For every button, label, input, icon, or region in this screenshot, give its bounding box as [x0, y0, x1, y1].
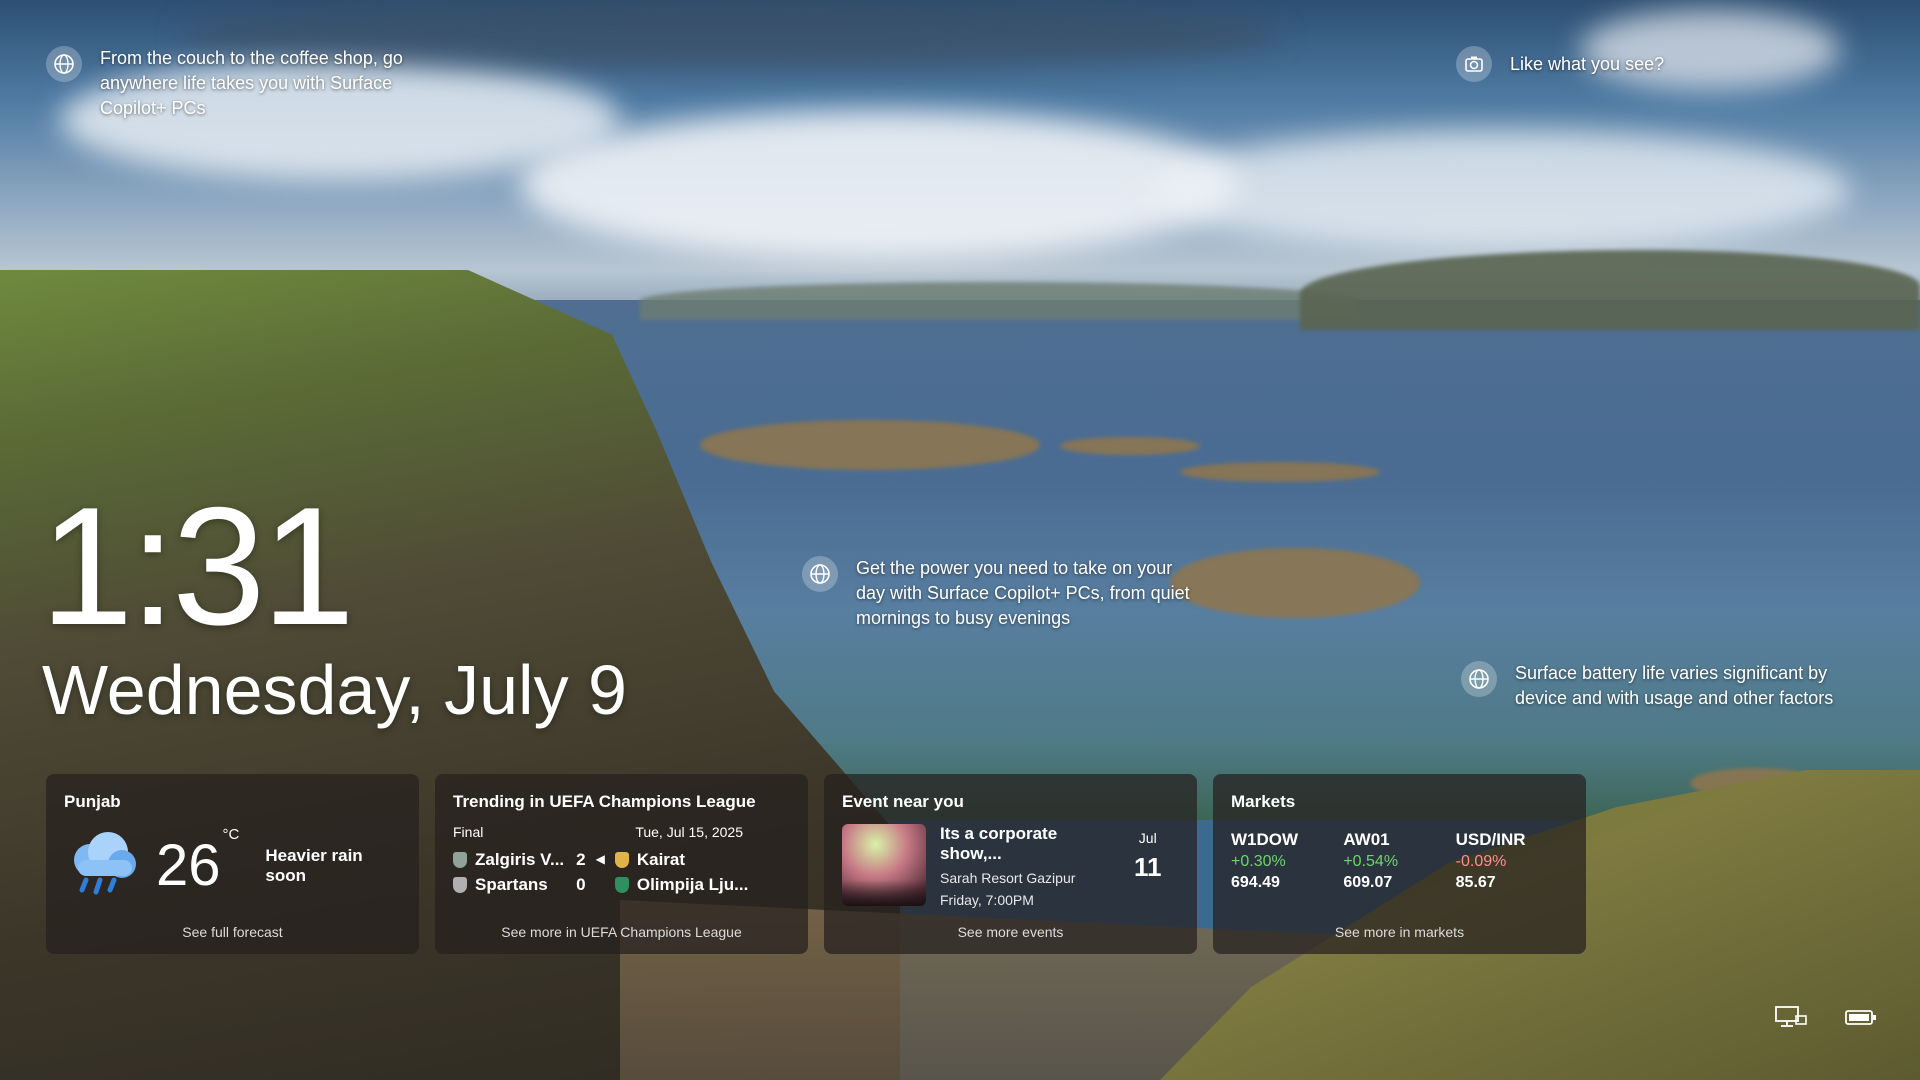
event-time: Friday, 7:00PM — [940, 892, 1034, 908]
globe-icon — [802, 556, 838, 592]
rain-cloud-icon — [64, 830, 142, 901]
weather-unit: °C — [222, 826, 240, 843]
away-team-1: Kairat — [614, 848, 748, 871]
rock — [1180, 462, 1380, 482]
see-more-uefa-link[interactable]: See more in UEFA Champions League — [435, 924, 808, 940]
weather-card[interactable]: Punjab 26 °C Heavier rain soon See full … — [46, 774, 419, 954]
team-crest-icon — [453, 876, 467, 893]
spotlight-info-1[interactable]: From the couch to the coffee shop, go an… — [46, 46, 440, 121]
event-month: Jul — [1138, 830, 1157, 846]
match-date: Tue, Jul 15, 2025 — [635, 824, 743, 840]
rock — [1060, 437, 1200, 455]
lock-clock: 1:31 — [40, 472, 355, 660]
match-result[interactable]: Zalgiris V... Spartans 2 0 ◀ Kairat Olim… — [453, 848, 790, 896]
event-day: 11 — [1134, 852, 1162, 882]
market-change: +0.54% — [1343, 853, 1399, 870]
weather-temperature: 26 — [156, 832, 221, 898]
markets-card[interactable]: Markets W1DOW +0.30% 694.49 AW01 +0.54% … — [1213, 774, 1586, 954]
globe-icon — [46, 46, 82, 82]
camera-icon — [1456, 46, 1492, 82]
market-value: 694.49 — [1231, 874, 1280, 891]
event-card-title: Event near you — [842, 792, 964, 811]
distant-hills — [640, 282, 1360, 320]
home-team-1: Zalgiris V... — [453, 848, 564, 871]
cloud — [520, 110, 1240, 260]
weather-location: Punjab — [64, 792, 121, 811]
away-team-2: Olimpija Lju... — [614, 873, 749, 896]
event-image — [842, 824, 926, 906]
sports-card[interactable]: Trending in UEFA Champions League Final … — [435, 774, 808, 954]
team-score: 2 — [576, 850, 586, 869]
markets-title: Markets — [1231, 792, 1296, 811]
team-crest-icon — [614, 876, 629, 893]
team-name: Zalgiris V... — [475, 849, 565, 869]
spotlight-info-3[interactable]: Surface battery life varies significant … — [1461, 661, 1875, 711]
like-what-you-see[interactable]: Like what you see? — [1456, 46, 1664, 82]
team-name: Olimpija Lju... — [636, 874, 749, 894]
market-value: 85.67 — [1455, 874, 1496, 891]
market-item[interactable]: AW01 +0.54% 609.07 — [1343, 830, 1455, 892]
team-crest-icon — [614, 851, 629, 868]
event-name: Its a corporate show,... — [940, 824, 1058, 863]
sports-title: Trending in UEFA Champions League — [453, 792, 756, 811]
cloud — [1150, 130, 1850, 250]
team-name: Spartans — [475, 874, 548, 894]
market-value: 609.07 — [1343, 874, 1393, 891]
lock-date: Wednesday, July 9 — [42, 651, 627, 729]
market-change: +0.30% — [1231, 853, 1286, 870]
rock — [1170, 548, 1420, 618]
market-symbol: USD/INR — [1455, 830, 1526, 849]
event-card[interactable]: Event near you Its a corporate show,... … — [824, 774, 1197, 954]
market-change: -0.09% — [1455, 853, 1507, 870]
globe-icon — [1461, 661, 1497, 697]
see-full-forecast-link[interactable]: See full forecast — [46, 924, 419, 940]
like-prompt: Like what you see? — [1510, 53, 1665, 74]
network-icon[interactable] — [1774, 1004, 1808, 1030]
see-more-markets-link[interactable]: See more in markets — [1213, 924, 1586, 940]
winner-indicator-icon: ◀ — [595, 852, 605, 866]
weather-condition: Heavier rain soon — [265, 845, 363, 885]
spotlight-text-2: Get the power you need to take on your d… — [856, 558, 1190, 628]
spotlight-info-2[interactable]: Get the power you need to take on your d… — [802, 556, 1196, 631]
team-name: Kairat — [636, 849, 686, 869]
match-status: Final — [453, 824, 484, 840]
see-more-events-link[interactable]: See more events — [824, 924, 1197, 940]
market-item[interactable]: USD/INR -0.09% 85.67 — [1456, 830, 1568, 892]
market-symbol: AW01 — [1343, 830, 1390, 849]
spotlight-text-1: From the couch to the coffee shop, go an… — [100, 48, 403, 118]
rock — [700, 420, 1040, 470]
market-item[interactable]: W1DOW +0.30% 694.49 — [1231, 830, 1343, 892]
battery-icon[interactable] — [1844, 1004, 1878, 1030]
team-score: 0 — [576, 875, 586, 894]
team-crest-icon — [453, 851, 467, 868]
spotlight-text-3: Surface battery life varies significant … — [1515, 663, 1834, 708]
home-team-2: Spartans — [453, 873, 564, 896]
market-symbol: W1DOW — [1231, 830, 1299, 849]
event-venue: Sarah Resort Gazipur — [940, 870, 1076, 886]
